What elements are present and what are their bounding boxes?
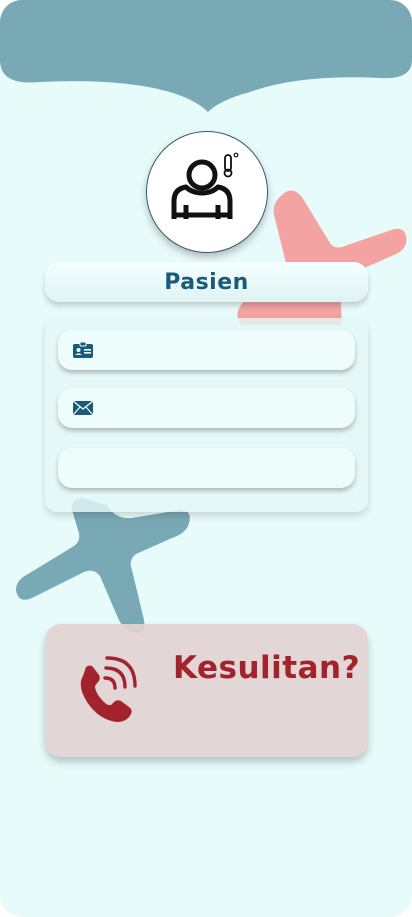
email-input[interactable] <box>103 399 343 417</box>
id-card-icon <box>71 340 95 360</box>
envelope-icon <box>71 398 95 418</box>
phone-call-icon <box>80 656 137 722</box>
form-card <box>45 318 368 512</box>
third-input[interactable] <box>103 459 343 477</box>
email-field[interactable] <box>58 388 355 428</box>
avatar <box>146 131 268 253</box>
header-wave <box>0 0 412 112</box>
field-spacer <box>71 458 95 478</box>
id-field[interactable] <box>58 330 355 370</box>
screen: Pasien Kesulitan? <box>0 0 412 917</box>
id-input[interactable] <box>103 341 343 359</box>
help-label: Kesulitan? <box>173 650 361 686</box>
patient-thermometer-icon <box>171 152 239 219</box>
help-button[interactable]: Kesulitan? <box>45 624 368 757</box>
page-title: Pasien <box>164 269 249 295</box>
page-title-bar: Pasien <box>45 262 368 302</box>
third-field[interactable] <box>58 448 355 488</box>
